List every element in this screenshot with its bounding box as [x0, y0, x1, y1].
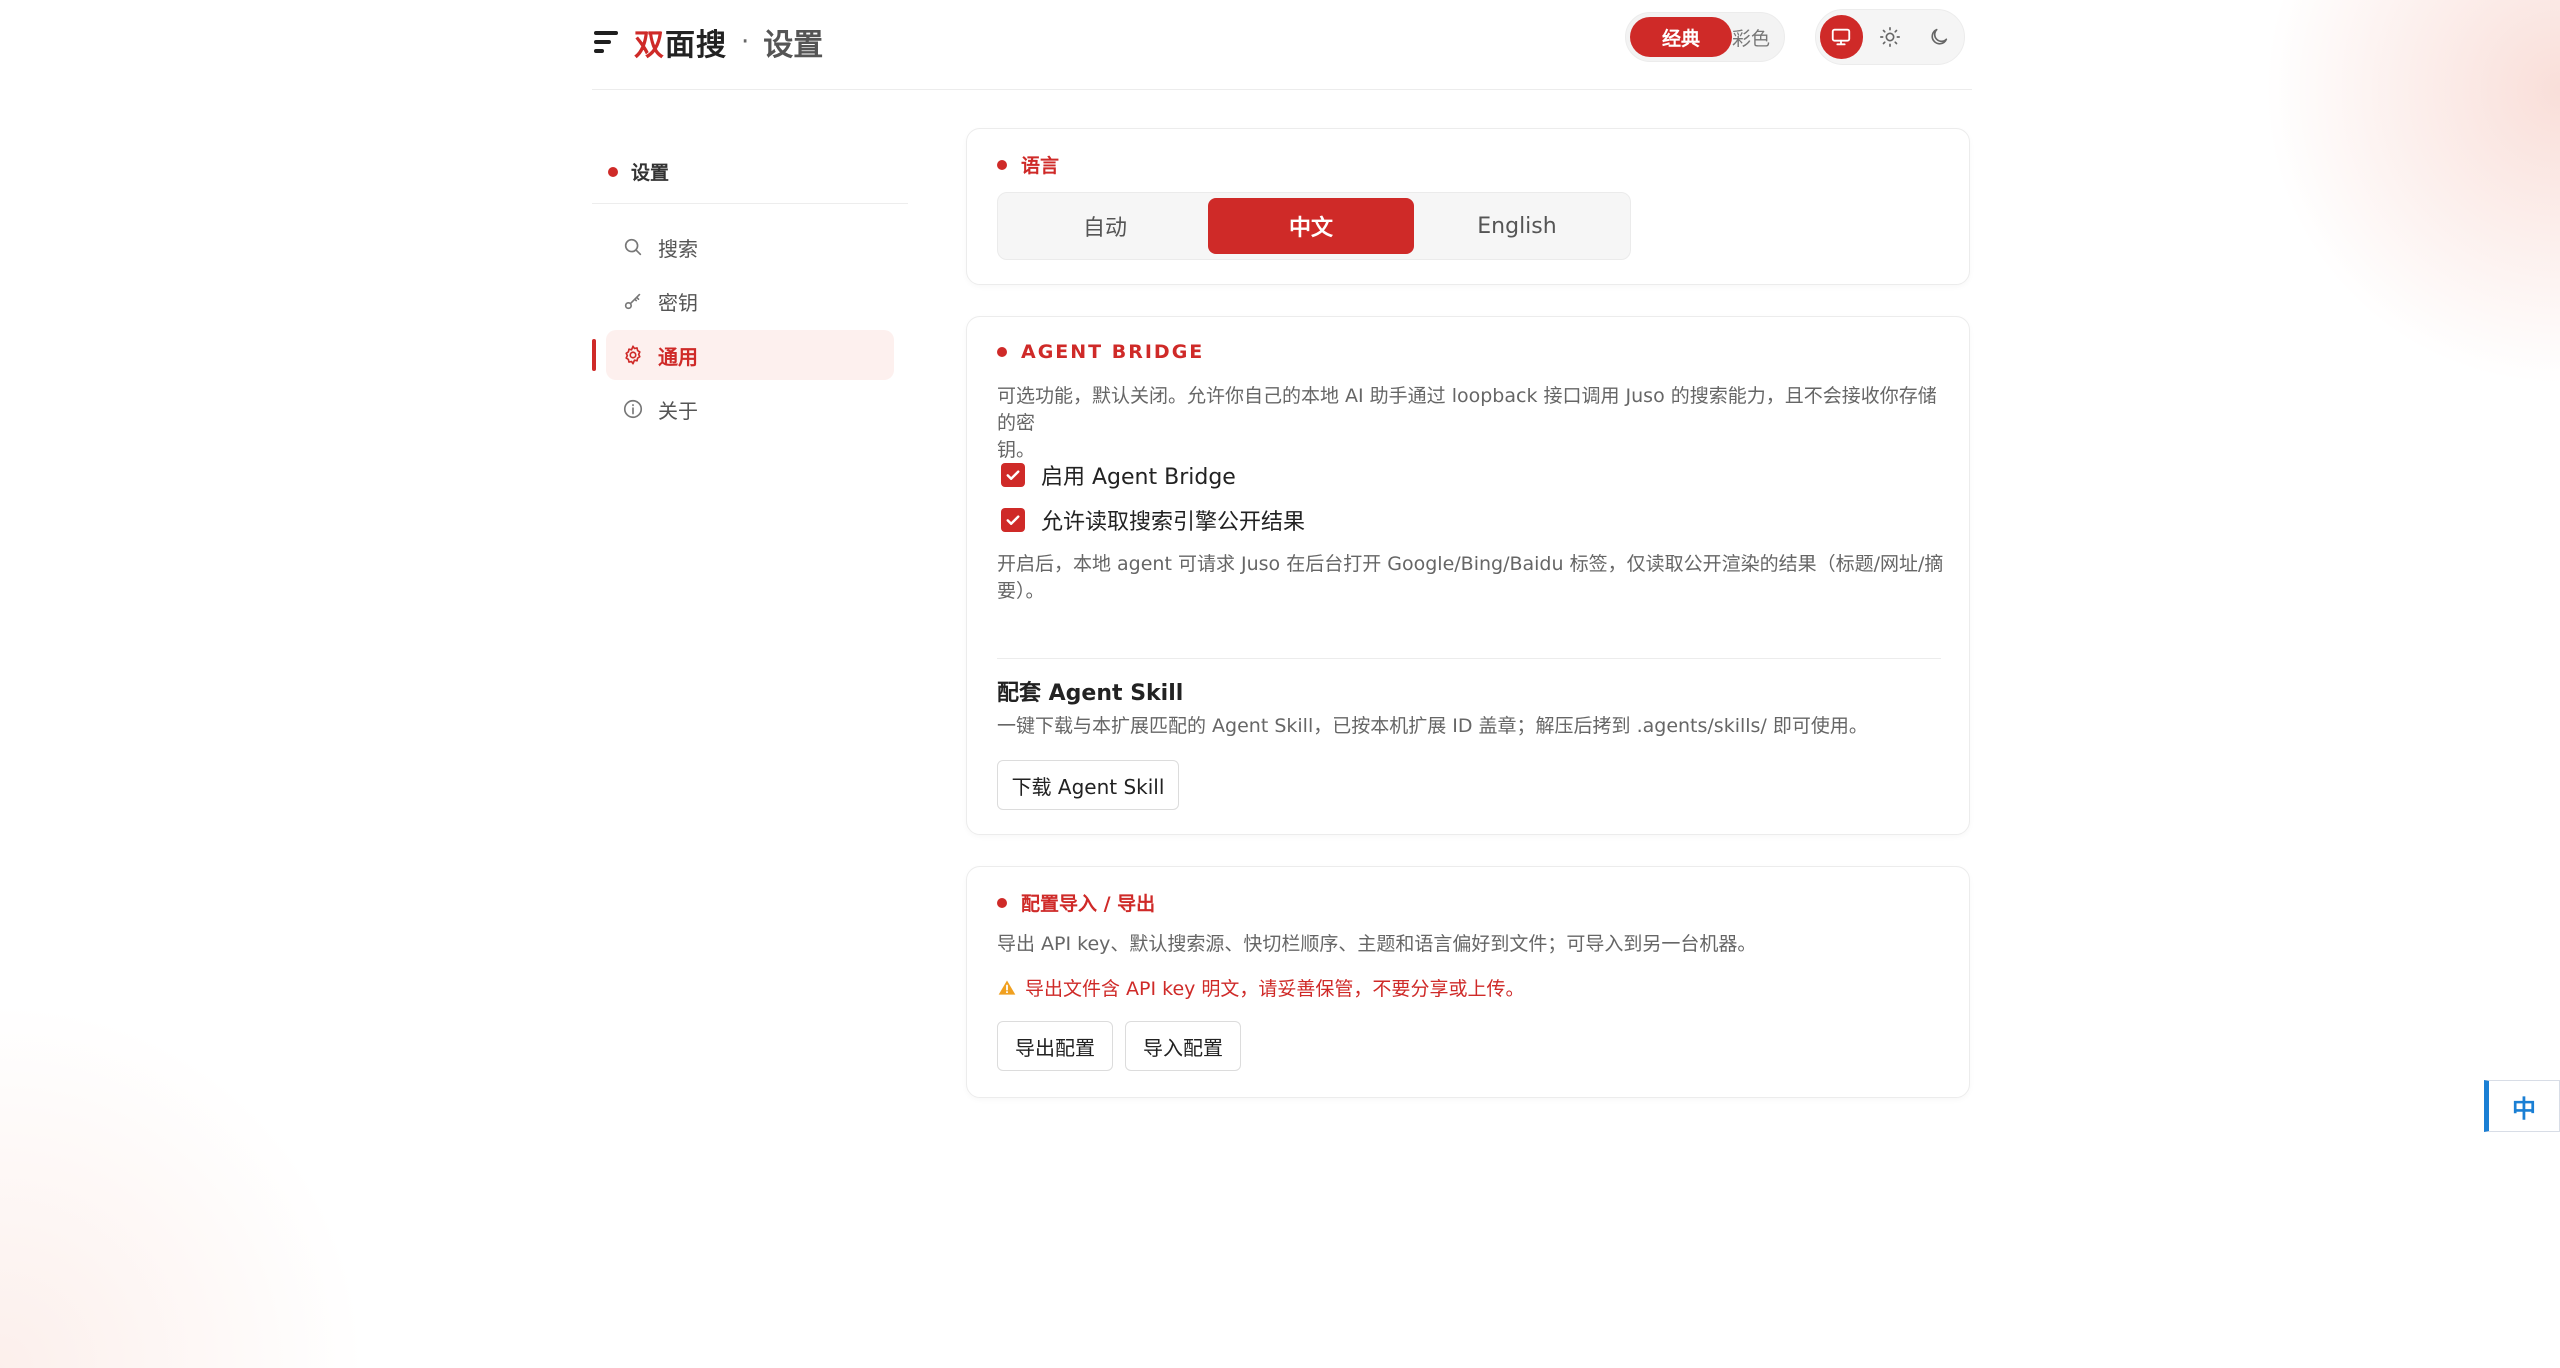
language-option-english[interactable]: English: [1414, 198, 1620, 254]
logo: 双 面搜 · 设置: [594, 20, 823, 64]
filter-lines-icon: [594, 29, 620, 55]
checkmark-icon: [1006, 470, 1020, 480]
sidebar-item-general[interactable]: 通用: [592, 330, 894, 380]
warning-icon: [998, 980, 1016, 995]
config-io-title: 配置导入 / 导出: [997, 889, 1155, 916]
enable-agent-bridge-checkbox[interactable]: [1001, 463, 1025, 487]
style-classic-button[interactable]: 经典: [1630, 17, 1732, 57]
monitor-icon: [1832, 28, 1851, 46]
sidebar-item-label: 通用: [658, 344, 698, 369]
key-icon: [624, 293, 641, 310]
agent-bridge-description: 可选功能，默认关闭。允许你自己的本地 AI 助手通过 loopback 接口调用…: [997, 383, 1947, 464]
config-io-title-text: 配置导入 / 导出: [1021, 893, 1156, 915]
enable-agent-bridge-row[interactable]: 启用 Agent Bridge: [1001, 459, 1236, 491]
info-icon: [623, 399, 643, 419]
sidebar-heading: 设置: [592, 140, 908, 204]
style-color-button[interactable]: 彩色: [1732, 17, 1780, 57]
export-config-button[interactable]: 导出配置: [997, 1021, 1113, 1071]
config-io-description: 导出 API key、默认搜索源、快切栏顺序、主题和语言偏好到文件；可导入到另一…: [997, 933, 1757, 955]
title-dot: [997, 347, 1007, 357]
import-config-button[interactable]: 导入配置: [1125, 1021, 1241, 1071]
title-dot: [997, 159, 1007, 170]
sidebar-item-about[interactable]: 关于: [606, 384, 894, 434]
language-card: 语言 自动 中文 English: [966, 128, 1970, 285]
theme-system-button[interactable]: [1820, 15, 1863, 59]
sidebar-item-label: 搜索: [658, 236, 698, 261]
sidebar-item-label: 密钥: [658, 290, 698, 315]
sidebar-heading-label: 设置: [631, 162, 670, 184]
ime-indicator[interactable]: 中: [2484, 1080, 2560, 1132]
sidebar-item-keys[interactable]: 密钥: [606, 276, 894, 326]
language-selector: 自动 中文 English: [997, 192, 1631, 260]
theme-switch: [1815, 9, 1965, 65]
search-icon: [624, 238, 642, 256]
agent-skill-description: 一键下载与本扩展匹配的 Agent Skill，已按本机扩展 ID 盖章；解压后…: [997, 715, 1868, 737]
agent-bridge-title-text: AGENT BRIDGE: [1021, 341, 1205, 363]
allow-public-results-label: 允许读取搜索引擎公开结果: [1041, 510, 1306, 535]
language-title: 语言: [997, 151, 1059, 178]
header: 双 面搜 · 设置 经典 彩色: [592, 0, 1972, 90]
agent-skill-title: 配套 Agent Skill: [997, 681, 1184, 706]
warning-text: 导出文件含 API key 明文，请妥善保管，不要分享或上传。: [1025, 978, 1525, 1000]
theme-light-button[interactable]: [1869, 15, 1912, 59]
language-option-auto[interactable]: 自动: [1002, 198, 1208, 254]
allow-public-results-row[interactable]: 允许读取搜索引擎公开结果: [1001, 504, 1305, 536]
page-title: 设置: [763, 28, 824, 63]
config-io-warning: 导出文件含 API key 明文，请妥善保管，不要分享或上传。: [997, 974, 1524, 1001]
brand-name-part1: 双: [634, 28, 665, 63]
config-io-card: 配置导入 / 导出 导出 API key、默认搜索源、快切栏顺序、主题和语言偏好…: [966, 866, 1970, 1098]
title-separator: ·: [741, 27, 750, 57]
brand-name-part2: 面搜: [665, 28, 727, 63]
sidebar-item-label: 关于: [658, 398, 698, 423]
download-agent-skill-button[interactable]: 下载 Agent Skill: [997, 760, 1179, 810]
checkmark-icon: [1006, 515, 1020, 525]
section-divider: [997, 658, 1941, 659]
note-line: 要）。: [997, 580, 1045, 602]
sidebar: 设置 搜索 密钥 通用 关于: [592, 140, 908, 438]
language-title-text: 语言: [1021, 155, 1060, 177]
gear-icon: [625, 345, 641, 365]
page-wrapper: 双 面搜 · 设置 经典 彩色 设置 搜索 密钥 通用 关于 语言 自动 中文 …: [592, 0, 1972, 1368]
description-line: 可选功能，默认关闭。允许你自己的本地 AI 助手通过 loopback 接口调用…: [997, 385, 1937, 434]
note-line: 开启后，本地 agent 可请求 Juso 在后台打开 Google/Bing/…: [997, 553, 1944, 575]
sun-icon: [1880, 27, 1900, 47]
theme-dark-button[interactable]: [1917, 15, 1960, 59]
agent-bridge-card: AGENT BRIDGE 可选功能，默认关闭。允许你自己的本地 AI 助手通过 …: [966, 316, 1970, 835]
language-option-chinese[interactable]: 中文: [1208, 198, 1414, 254]
moon-icon: [1931, 28, 1947, 45]
style-switch: 经典 彩色: [1625, 12, 1785, 62]
agent-bridge-note: 开启后，本地 agent 可请求 Juso 在后台打开 Google/Bing/…: [997, 551, 1947, 605]
allow-public-results-checkbox[interactable]: [1001, 508, 1025, 532]
enable-agent-bridge-label: 启用 Agent Bridge: [1041, 465, 1236, 490]
agent-bridge-title: AGENT BRIDGE: [997, 341, 1204, 363]
sidebar-item-search[interactable]: 搜索: [606, 222, 894, 272]
title-dot: [997, 897, 1007, 908]
heading-dot: [608, 166, 618, 177]
